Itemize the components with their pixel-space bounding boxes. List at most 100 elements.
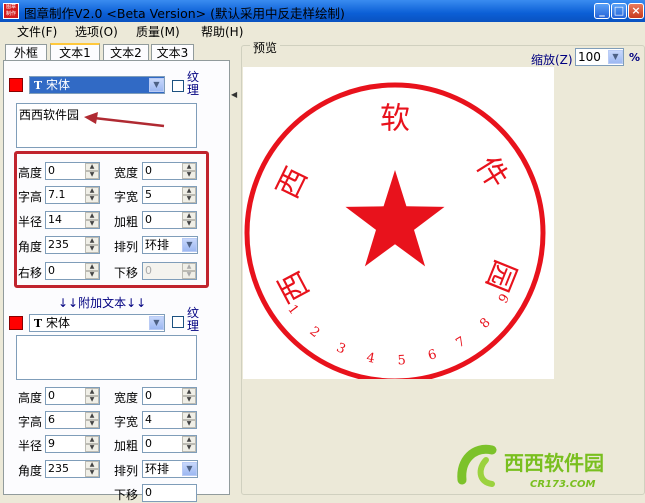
menu-options[interactable]: 选项(O): [75, 23, 118, 40]
tab-frame[interactable]: 外框: [5, 44, 47, 61]
spin-up-icon[interactable]: ▲: [85, 388, 99, 396]
additional-height-label: 高度: [18, 391, 43, 405]
spin-up-icon[interactable]: ▲: [85, 187, 99, 195]
additional-color-swatch[interactable]: [9, 316, 23, 330]
preview-label: 预览: [250, 39, 281, 56]
additional-width-label: 宽度: [114, 391, 139, 405]
spin-down-icon[interactable]: ▼: [85, 220, 99, 228]
chevron-down-icon[interactable]: ▼: [182, 462, 197, 476]
app-icon: 图章制作: [3, 3, 19, 19]
spin-down-icon[interactable]: ▼: [85, 245, 99, 253]
zoom-label: 缩放(Z): [531, 53, 573, 67]
additional-content-input[interactable]: [16, 335, 197, 380]
spin-up-icon[interactable]: ▲: [182, 436, 196, 444]
seal-char-3: 件: [469, 151, 515, 195]
spin-up-icon[interactable]: ▲: [85, 461, 99, 469]
text1-angle-label: 角度: [18, 240, 43, 254]
spin-up-icon[interactable]: ▲: [182, 163, 196, 171]
zoom-unit: %: [629, 51, 641, 64]
additional-down-shift-input[interactable]: 0: [142, 484, 197, 502]
spin-up-icon: ▲: [182, 263, 196, 271]
spin-down-icon[interactable]: ▼: [85, 420, 99, 428]
spin-up-icon[interactable]: ▲: [85, 436, 99, 444]
chevron-down-icon[interactable]: ▼: [608, 50, 623, 64]
spin-down-icon[interactable]: ▼: [85, 444, 99, 452]
spin-up-icon[interactable]: ▲: [85, 237, 99, 245]
additional-texture-label: 纹理: [186, 306, 199, 333]
chevron-down-icon[interactable]: ▼: [182, 238, 197, 252]
watermark-logo: 西西软件园 CR173.COM: [457, 444, 604, 490]
watermark-site: CR173.COM: [530, 479, 596, 490]
seal-number-6: 6: [426, 347, 438, 364]
text1-content-value: 西西软件园: [19, 108, 80, 122]
text1-arrange-value: 环排: [145, 238, 170, 252]
seal-number-3: 3: [334, 340, 348, 357]
spin-down-icon[interactable]: ▼: [182, 420, 196, 428]
text1-texture-checkbox[interactable]: [172, 80, 184, 92]
spin-up-icon[interactable]: ▲: [182, 412, 196, 420]
truetype-icon: T: [33, 79, 43, 92]
menu-help[interactable]: 帮助(H): [201, 23, 243, 40]
seal-star-icon: [345, 170, 445, 267]
text1-texture-label: 纹理: [186, 70, 199, 97]
spin-up-icon[interactable]: ▲: [85, 263, 99, 271]
text1-down-shift-label: 下移: [114, 266, 139, 280]
spin-up-icon[interactable]: ▲: [182, 212, 196, 220]
seal-char-1: 西: [270, 162, 315, 204]
additional-angle-label: 角度: [18, 464, 43, 478]
collapse-arrow-icon[interactable]: ◀: [231, 90, 237, 100]
minimize-button[interactable]: _: [594, 3, 610, 19]
spin-down-icon[interactable]: ▼: [85, 271, 99, 279]
seal-char-4: 园: [479, 255, 523, 296]
tab-text2[interactable]: 文本2: [103, 44, 149, 61]
text1-color-swatch[interactable]: [9, 78, 23, 92]
text1-font-value: 宋体: [46, 78, 71, 92]
additional-char-height-label: 字高: [18, 415, 43, 429]
spin-up-icon[interactable]: ▲: [85, 412, 99, 420]
text1-right-shift-label: 右移: [18, 266, 43, 280]
window-title: 图章制作V2.0 <Beta Version> (默认采用中反走样绘制): [24, 6, 345, 21]
spin-down-icon[interactable]: ▼: [85, 396, 99, 404]
seal-number-5: 5: [397, 353, 406, 368]
spin-down-icon[interactable]: ▼: [85, 469, 99, 477]
watermark-brand: 西西软件园: [504, 451, 604, 475]
chevron-down-icon[interactable]: ▼: [149, 316, 164, 330]
text1-arrange-label: 排列: [114, 240, 139, 254]
spin-down-icon[interactable]: ▼: [182, 195, 196, 203]
spin-up-icon[interactable]: ▲: [85, 212, 99, 220]
menu-quality[interactable]: 质量(M): [136, 23, 180, 40]
tab-text1[interactable]: 文本1: [50, 43, 100, 61]
spin-down-icon[interactable]: ▼: [182, 444, 196, 452]
zoom-value: 100: [578, 50, 601, 64]
close-button[interactable]: ×: [628, 3, 644, 19]
spin-down-icon[interactable]: ▼: [85, 195, 99, 203]
additional-text-label: ↓↓附加文本↓↓: [58, 296, 147, 310]
menu-file[interactable]: 文件(F): [17, 23, 57, 40]
seal-image: 西西软件园 1234 5 6789: [244, 82, 546, 384]
spin-up-icon[interactable]: ▲: [85, 163, 99, 171]
spin-down-icon[interactable]: ▼: [182, 171, 196, 179]
spin-up-icon[interactable]: ▲: [182, 187, 196, 195]
seal-char-0: 西: [272, 265, 317, 308]
chevron-down-icon[interactable]: ▼: [149, 78, 164, 92]
additional-font-value: 宋体: [46, 316, 71, 330]
additional-font-select[interactable]: T 宋体: [29, 314, 165, 332]
additional-char-width-label: 字宽: [114, 415, 139, 429]
text1-char-height-label: 字高: [18, 190, 43, 204]
text1-char-width-label: 字宽: [114, 190, 139, 204]
additional-radius-label: 半径: [18, 439, 43, 453]
spin-down-icon[interactable]: ▼: [85, 171, 99, 179]
spin-up-icon[interactable]: ▲: [182, 388, 196, 396]
text1-bold-label: 加粗: [114, 215, 139, 229]
maximize-button[interactable]: □: [611, 3, 627, 19]
panel-splitter[interactable]: [231, 40, 237, 495]
text1-font-select[interactable]: T 宋体: [29, 76, 165, 94]
spin-down-icon[interactable]: ▼: [182, 396, 196, 404]
additional-texture-checkbox[interactable]: [172, 316, 184, 328]
seal-number-7: 7: [453, 334, 468, 351]
spin-down-icon[interactable]: ▼: [182, 220, 196, 228]
annotation-arrow-icon: [84, 112, 165, 128]
additional-bold-label: 加粗: [114, 439, 139, 453]
tab-text3[interactable]: 文本3: [151, 44, 194, 61]
seal-char-2: 软: [380, 102, 410, 137]
